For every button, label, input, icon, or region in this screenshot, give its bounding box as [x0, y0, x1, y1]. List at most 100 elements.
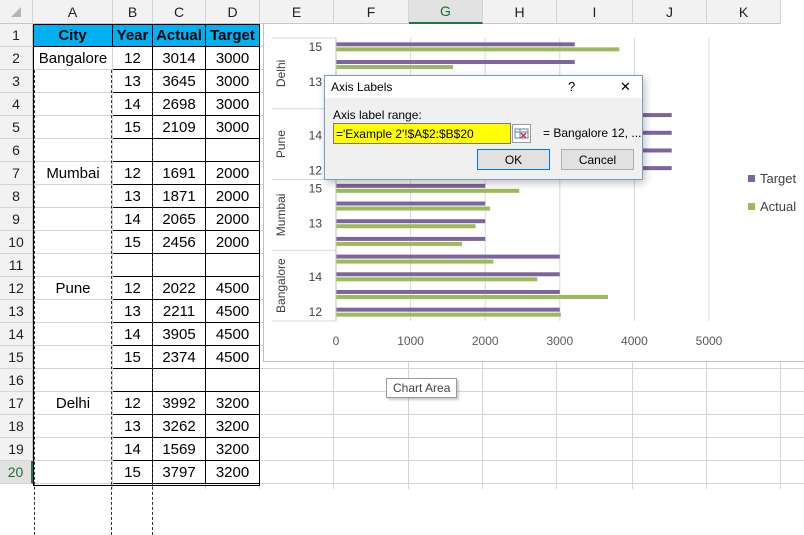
cell-year-3[interactable]: 13 — [113, 70, 153, 93]
column-header-h[interactable]: H — [483, 0, 557, 24]
row-header-18[interactable]: 18 — [0, 415, 33, 438]
cell-actual-16[interactable] — [153, 369, 206, 392]
cell-actual-13[interactable]: 2211 — [153, 300, 206, 323]
row-header-20[interactable]: 20 — [0, 461, 33, 484]
cell-actual-3[interactable]: 3645 — [153, 70, 206, 93]
cell-year-13[interactable]: 13 — [113, 300, 153, 323]
column-header-i[interactable]: I — [557, 0, 633, 24]
row-header-5[interactable]: 5 — [0, 116, 33, 139]
header-cell-actual[interactable]: Actual — [153, 24, 206, 47]
cell-city-9[interactable] — [33, 208, 113, 231]
column-header-k[interactable]: K — [707, 0, 781, 24]
close-icon[interactable]: ✕ — [620, 79, 631, 95]
cell-city-20[interactable] — [33, 461, 113, 484]
cell-city-7[interactable]: Mumbai — [33, 162, 113, 185]
cell-target-3[interactable]: 3000 — [206, 70, 260, 93]
column-header-g[interactable]: G — [409, 0, 483, 24]
cell-target-7[interactable]: 2000 — [206, 162, 260, 185]
cell-city-2[interactable]: Bangalore — [33, 47, 113, 70]
cell-city-19[interactable] — [33, 438, 113, 461]
cell-target-13[interactable]: 4500 — [206, 300, 260, 323]
row-header-12[interactable]: 12 — [0, 277, 33, 300]
row-header-16[interactable]: 16 — [0, 369, 33, 392]
cell-actual-9[interactable]: 2065 — [153, 208, 206, 231]
cell-year-5[interactable]: 15 — [113, 116, 153, 139]
row-header-15[interactable]: 15 — [0, 346, 33, 369]
cell-target-14[interactable]: 4500 — [206, 323, 260, 346]
cell-actual-6[interactable] — [153, 139, 206, 162]
cell-target-5[interactable]: 3000 — [206, 116, 260, 139]
cell-city-3[interactable] — [33, 70, 113, 93]
cell-year-2[interactable]: 12 — [113, 47, 153, 70]
cell-target-17[interactable]: 3200 — [206, 392, 260, 415]
cell-year-6[interactable] — [113, 139, 153, 162]
row-header-14[interactable]: 14 — [0, 323, 33, 346]
axis-label-range-input[interactable]: ='Example 2'!$A$2:$B$20 — [333, 123, 511, 144]
cell-target-16[interactable] — [206, 369, 260, 392]
cell-actual-12[interactable]: 2022 — [153, 277, 206, 300]
column-header-j[interactable]: J — [633, 0, 707, 24]
cell-target-19[interactable]: 3200 — [206, 438, 260, 461]
column-header-d[interactable]: D — [206, 0, 260, 24]
cell-year-4[interactable]: 14 — [113, 93, 153, 116]
row-header-1[interactable]: 1 — [0, 24, 33, 47]
collapse-dialog-button[interactable] — [512, 124, 531, 143]
row-header-9[interactable]: 9 — [0, 208, 33, 231]
help-button[interactable]: ? — [568, 79, 575, 94]
cell-actual-11[interactable] — [153, 254, 206, 277]
cell-city-18[interactable] — [33, 415, 113, 438]
cell-year-12[interactable]: 12 — [113, 277, 153, 300]
cell-city-14[interactable] — [33, 323, 113, 346]
cell-actual-5[interactable]: 2109 — [153, 116, 206, 139]
row-header-10[interactable]: 10 — [0, 231, 33, 254]
cell-target-8[interactable]: 2000 — [206, 185, 260, 208]
cancel-button[interactable]: Cancel — [561, 149, 634, 170]
cell-target-2[interactable]: 3000 — [206, 47, 260, 70]
header-cell-city[interactable]: City — [33, 24, 113, 47]
cell-city-17[interactable]: Delhi — [33, 392, 113, 415]
cell-actual-15[interactable]: 2374 — [153, 346, 206, 369]
cell-actual-14[interactable]: 3905 — [153, 323, 206, 346]
cell-actual-18[interactable]: 3262 — [153, 415, 206, 438]
cell-target-9[interactable]: 2000 — [206, 208, 260, 231]
ok-button[interactable]: OK — [477, 149, 550, 170]
row-header-17[interactable]: 17 — [0, 392, 33, 415]
cell-city-16[interactable] — [33, 369, 113, 392]
cell-city-15[interactable] — [33, 346, 113, 369]
cell-actual-2[interactable]: 3014 — [153, 47, 206, 70]
cell-city-12[interactable]: Pune — [33, 277, 113, 300]
select-all-corner[interactable] — [0, 0, 33, 24]
cell-year-18[interactable]: 13 — [113, 415, 153, 438]
row-header-3[interactable]: 3 — [0, 70, 33, 93]
cell-year-10[interactable]: 15 — [113, 231, 153, 254]
cell-city-4[interactable] — [33, 93, 113, 116]
cell-year-9[interactable]: 14 — [113, 208, 153, 231]
cell-actual-10[interactable]: 2456 — [153, 231, 206, 254]
row-header-4[interactable]: 4 — [0, 93, 33, 116]
column-header-c[interactable]: C — [153, 0, 206, 24]
cell-city-11[interactable] — [33, 254, 113, 277]
cell-target-11[interactable] — [206, 254, 260, 277]
cell-city-8[interactable] — [33, 185, 113, 208]
column-header-f[interactable]: F — [334, 0, 409, 24]
header-cell-target[interactable]: Target — [206, 24, 260, 47]
cell-target-18[interactable]: 3200 — [206, 415, 260, 438]
cell-target-4[interactable]: 3000 — [206, 93, 260, 116]
row-header-8[interactable]: 8 — [0, 185, 33, 208]
cell-actual-17[interactable]: 3992 — [153, 392, 206, 415]
cell-year-15[interactable]: 15 — [113, 346, 153, 369]
cell-target-6[interactable] — [206, 139, 260, 162]
column-header-b[interactable]: B — [113, 0, 153, 24]
column-header-e[interactable]: E — [260, 0, 334, 24]
cell-actual-4[interactable]: 2698 — [153, 93, 206, 116]
cell-target-12[interactable]: 4500 — [206, 277, 260, 300]
cell-city-10[interactable] — [33, 231, 113, 254]
cell-target-10[interactable]: 2000 — [206, 231, 260, 254]
cell-year-16[interactable] — [113, 369, 153, 392]
cell-year-11[interactable] — [113, 254, 153, 277]
cell-city-13[interactable] — [33, 300, 113, 323]
row-header-2[interactable]: 2 — [0, 47, 33, 70]
cell-year-19[interactable]: 14 — [113, 438, 153, 461]
cell-year-8[interactable]: 13 — [113, 185, 153, 208]
cell-year-14[interactable]: 14 — [113, 323, 153, 346]
